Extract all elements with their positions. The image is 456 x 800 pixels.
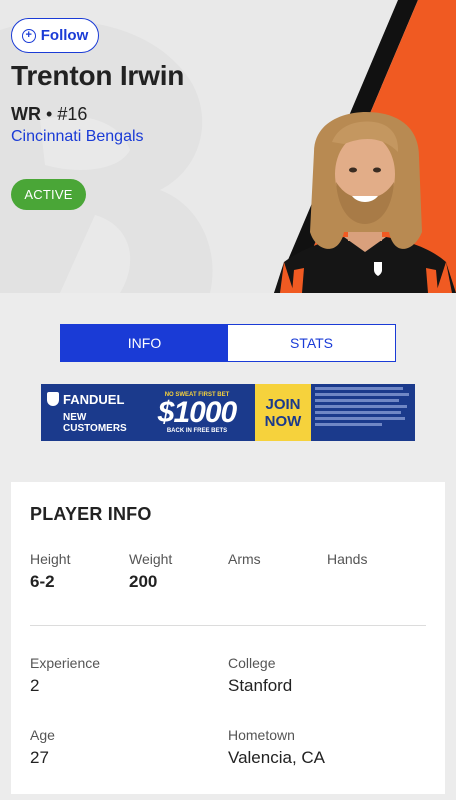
college-label: College bbox=[228, 655, 276, 671]
tab-bar: INFO STATS bbox=[60, 324, 396, 362]
jersey-number: #16 bbox=[57, 104, 88, 124]
age-label: Age bbox=[30, 727, 55, 743]
arms-label: Arms bbox=[228, 551, 261, 567]
ad-offer-bottom: BACK IN FREE BETS bbox=[166, 427, 228, 434]
player-info-title: PLAYER INFO bbox=[30, 504, 152, 524]
fanduel-ad-banner[interactable]: FANDUEL NEW CUSTOMERS NO SWEAT FIRST BET… bbox=[41, 384, 415, 441]
ad-brand-text: FANDUEL bbox=[63, 391, 125, 407]
ad-brand-block: FANDUEL NEW CUSTOMERS bbox=[41, 384, 139, 441]
ad-join-now-button[interactable]: JOIN NOW bbox=[255, 384, 311, 441]
tab-stats[interactable]: STATS bbox=[228, 325, 395, 361]
weight-value: 200 bbox=[129, 572, 158, 591]
divider bbox=[30, 625, 426, 626]
player-name: Trenton Irwin bbox=[11, 60, 185, 91]
ad-subtitle: NEW CUSTOMERS bbox=[63, 411, 127, 434]
height-value: 6-2 bbox=[30, 572, 55, 591]
separator: • bbox=[46, 104, 53, 124]
plus-icon: + bbox=[21, 28, 36, 43]
ad-legal-text bbox=[311, 384, 415, 441]
experience-label: Experience bbox=[30, 655, 101, 671]
follow-button[interactable]: + Follow bbox=[11, 18, 99, 53]
ad-cta-line1: JOIN bbox=[265, 395, 301, 413]
height-label: Height bbox=[30, 551, 71, 567]
hometown-label: Hometown bbox=[228, 727, 295, 743]
position-number: WR • #16 bbox=[11, 104, 87, 125]
ad-offer: NO SWEAT FIRST BET $1000 BACK IN FREE BE… bbox=[139, 384, 255, 441]
ad-brand: FANDUEL bbox=[47, 392, 139, 407]
ad-cta-line2: NOW bbox=[264, 412, 302, 430]
tab-info[interactable]: INFO bbox=[61, 325, 228, 361]
ad-offer-amount: $1000 bbox=[157, 395, 237, 429]
age-value: 27 bbox=[30, 748, 49, 767]
position: WR bbox=[11, 104, 41, 124]
hometown-value: Valencia, CA bbox=[228, 748, 326, 767]
player-photo bbox=[274, 112, 456, 293]
hands-label: Hands bbox=[327, 551, 368, 567]
status-badge: ACTIVE bbox=[11, 179, 86, 210]
weight-label: Weight bbox=[129, 551, 173, 567]
fanduel-shield-icon bbox=[47, 392, 59, 406]
player-info-card: PLAYER INFO Height 6-2 Weight 200 Arms H… bbox=[11, 482, 445, 794]
player-header: + Follow Trenton Irwin WR • #16 Cincinna… bbox=[0, 0, 456, 293]
follow-label: Follow bbox=[40, 27, 89, 44]
experience-value: 2 bbox=[30, 676, 40, 695]
college-value: Stanford bbox=[228, 676, 293, 695]
team-link[interactable]: Cincinnati Bengals bbox=[11, 128, 144, 146]
